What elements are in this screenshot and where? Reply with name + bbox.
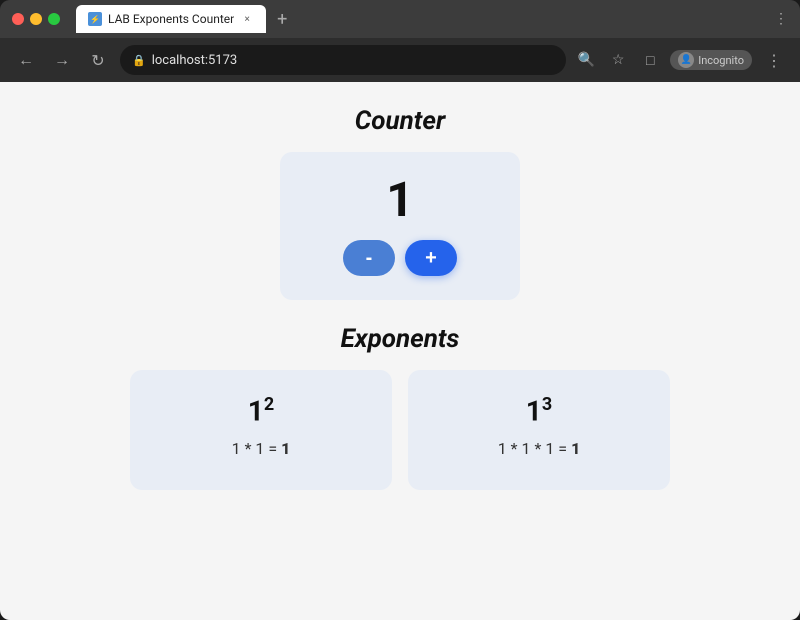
- bookmark-icon[interactable]: ☆: [606, 48, 630, 72]
- title-bar: ⚡ LAB Exponents Counter × + ⋮: [0, 0, 800, 38]
- incognito-icon: 👤: [678, 52, 694, 68]
- counter-title: Counter: [355, 106, 445, 136]
- counter-section: Counter 1 - +: [20, 106, 780, 300]
- traffic-lights: [12, 13, 60, 25]
- address-bar: ← → ↻ 🔒 localhost:5173 🔍 ☆ □ 👤 Incognito…: [0, 38, 800, 82]
- exponent-base-2: 1: [248, 394, 264, 427]
- counter-value: 1: [386, 176, 414, 224]
- menu-button[interactable]: ⋮: [760, 46, 788, 74]
- browser-window: ⚡ LAB Exponents Counter × + ⋮ ← → ↻ 🔒 lo…: [0, 0, 800, 620]
- exponent-card-3: 13 1 * 1 * 1 = 1: [408, 370, 670, 490]
- exponent-formula-2: 1 * 1 = 1: [232, 439, 291, 458]
- exponents-section: Exponents 12 1 * 1 = 1 13 1 * 1 * 1 = 1: [20, 324, 780, 620]
- close-traffic-light[interactable]: [12, 13, 24, 25]
- minimize-traffic-light[interactable]: [30, 13, 42, 25]
- tab-bar: ⚡ LAB Exponents Counter × +: [76, 5, 766, 33]
- tab-title: LAB Exponents Counter: [108, 12, 234, 26]
- new-tab-button[interactable]: +: [270, 7, 294, 31]
- exponent-expression-3: 13: [526, 394, 552, 427]
- address-field[interactable]: 🔒 localhost:5173: [120, 45, 566, 75]
- decrement-button[interactable]: -: [343, 240, 395, 276]
- maximize-traffic-light[interactable]: [48, 13, 60, 25]
- forward-button[interactable]: →: [48, 46, 76, 74]
- window-controls: ⋮: [774, 11, 788, 27]
- page-content: Counter 1 - + Exponents 12 1 * 1 = 1: [0, 82, 800, 620]
- incognito-label: Incognito: [698, 54, 744, 67]
- address-actions: 🔍 ☆ □ 👤 Incognito ⋮: [574, 46, 788, 74]
- tab-favicon-icon: ⚡: [88, 12, 102, 26]
- lock-icon: 🔒: [132, 54, 146, 67]
- exponent-card-2: 12 1 * 1 = 1: [130, 370, 392, 490]
- address-text: localhost:5173: [152, 53, 238, 68]
- increment-button[interactable]: +: [405, 240, 457, 276]
- exponent-base-3: 1: [526, 394, 542, 427]
- exponent-power-2: 2: [264, 394, 274, 415]
- active-tab[interactable]: ⚡ LAB Exponents Counter ×: [76, 5, 266, 33]
- exponent-power-3: 3: [542, 394, 552, 415]
- exponents-grid: 12 1 * 1 = 1 13 1 * 1 * 1 = 1: [130, 370, 670, 620]
- window-chevron-icon[interactable]: ⋮: [774, 11, 788, 27]
- counter-card: 1 - +: [280, 152, 520, 300]
- tab-close-button[interactable]: ×: [240, 12, 254, 26]
- exponent-formula-3: 1 * 1 * 1 = 1: [498, 439, 581, 458]
- back-button[interactable]: ←: [12, 46, 40, 74]
- exponents-title: Exponents: [341, 324, 460, 354]
- exponent-expression-2: 12: [248, 394, 274, 427]
- incognito-badge: 👤 Incognito: [670, 50, 752, 70]
- reload-button[interactable]: ↻: [84, 46, 112, 74]
- search-icon[interactable]: 🔍: [574, 48, 598, 72]
- counter-buttons: - +: [343, 240, 457, 276]
- extension-icon[interactable]: □: [638, 48, 662, 72]
